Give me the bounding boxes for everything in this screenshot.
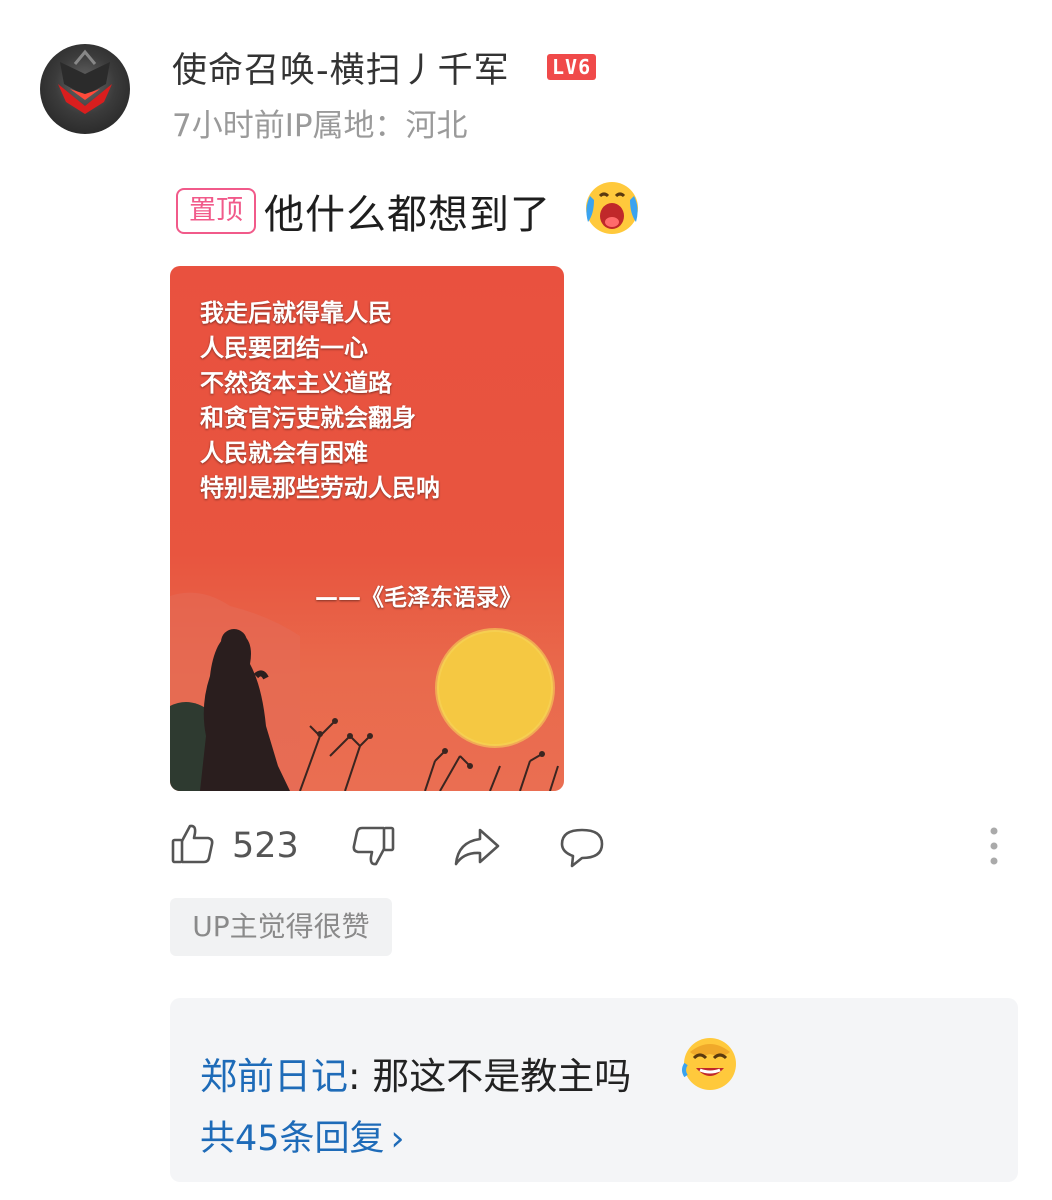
image-quote-text: 我走后就得靠人民 人民要团结一心 不然资本主义道路 和贪官污吏就会翻身 人民就会… — [200, 296, 440, 506]
reply-author[interactable]: 郑前日记 — [200, 1055, 348, 1098]
comment-meta: 7小时前IP属地：河北 — [172, 108, 468, 144]
share-icon[interactable] — [452, 824, 502, 870]
thumbs-down-icon[interactable] — [350, 824, 396, 870]
avatar[interactable] — [40, 44, 130, 134]
quote-line: 特别是那些劳动人民呐 — [200, 474, 440, 502]
quote-line: 我走后就得靠人民 — [200, 299, 392, 327]
like-count: 523 — [232, 826, 299, 866]
reply-line: 郑前日记: 那这不是教主吗 — [200, 1046, 631, 1100]
chevron-right-icon: › — [390, 1119, 405, 1159]
quote-line: 人民要团结一心 — [200, 334, 368, 362]
quote-source: ——《毛泽东语录》 — [315, 585, 522, 611]
quote-line: 不然资本主义道路 — [200, 369, 392, 397]
reply-icon[interactable] — [558, 824, 606, 870]
crying-face-emoji — [580, 174, 644, 238]
thumbs-up-icon[interactable] — [170, 820, 216, 866]
level-badge: LV6 — [547, 54, 597, 80]
quote-line: 人民就会有困难 — [200, 439, 368, 467]
quote-line: 和贪官污吏就会翻身 — [200, 404, 416, 432]
reply-text: 那这不是教主吗 — [360, 1055, 632, 1098]
up-liked-tag: UP主觉得很赞 — [170, 898, 392, 956]
author-name[interactable]: 使命召唤-横扫丿千军 — [172, 42, 510, 93]
more-vertical-icon[interactable] — [982, 826, 1006, 866]
reply-count-label: 共45条回复 — [200, 1119, 385, 1159]
reply-separator: : — [348, 1055, 361, 1098]
pinned-badge: 置顶 — [176, 188, 256, 234]
reply-preview[interactable]: 郑前日记: 那这不是教主吗 共45条回复 › — [170, 998, 1018, 1182]
reply-count-link[interactable]: 共45条回复 › — [200, 1110, 405, 1161]
comment-image[interactable]: 我走后就得靠人民 人民要团结一心 不然资本主义道路 和贪官污吏就会翻身 人民就会… — [170, 266, 564, 791]
laughing-face-emoji — [680, 1034, 740, 1094]
comment-text: 他什么都想到了 — [264, 192, 551, 238]
